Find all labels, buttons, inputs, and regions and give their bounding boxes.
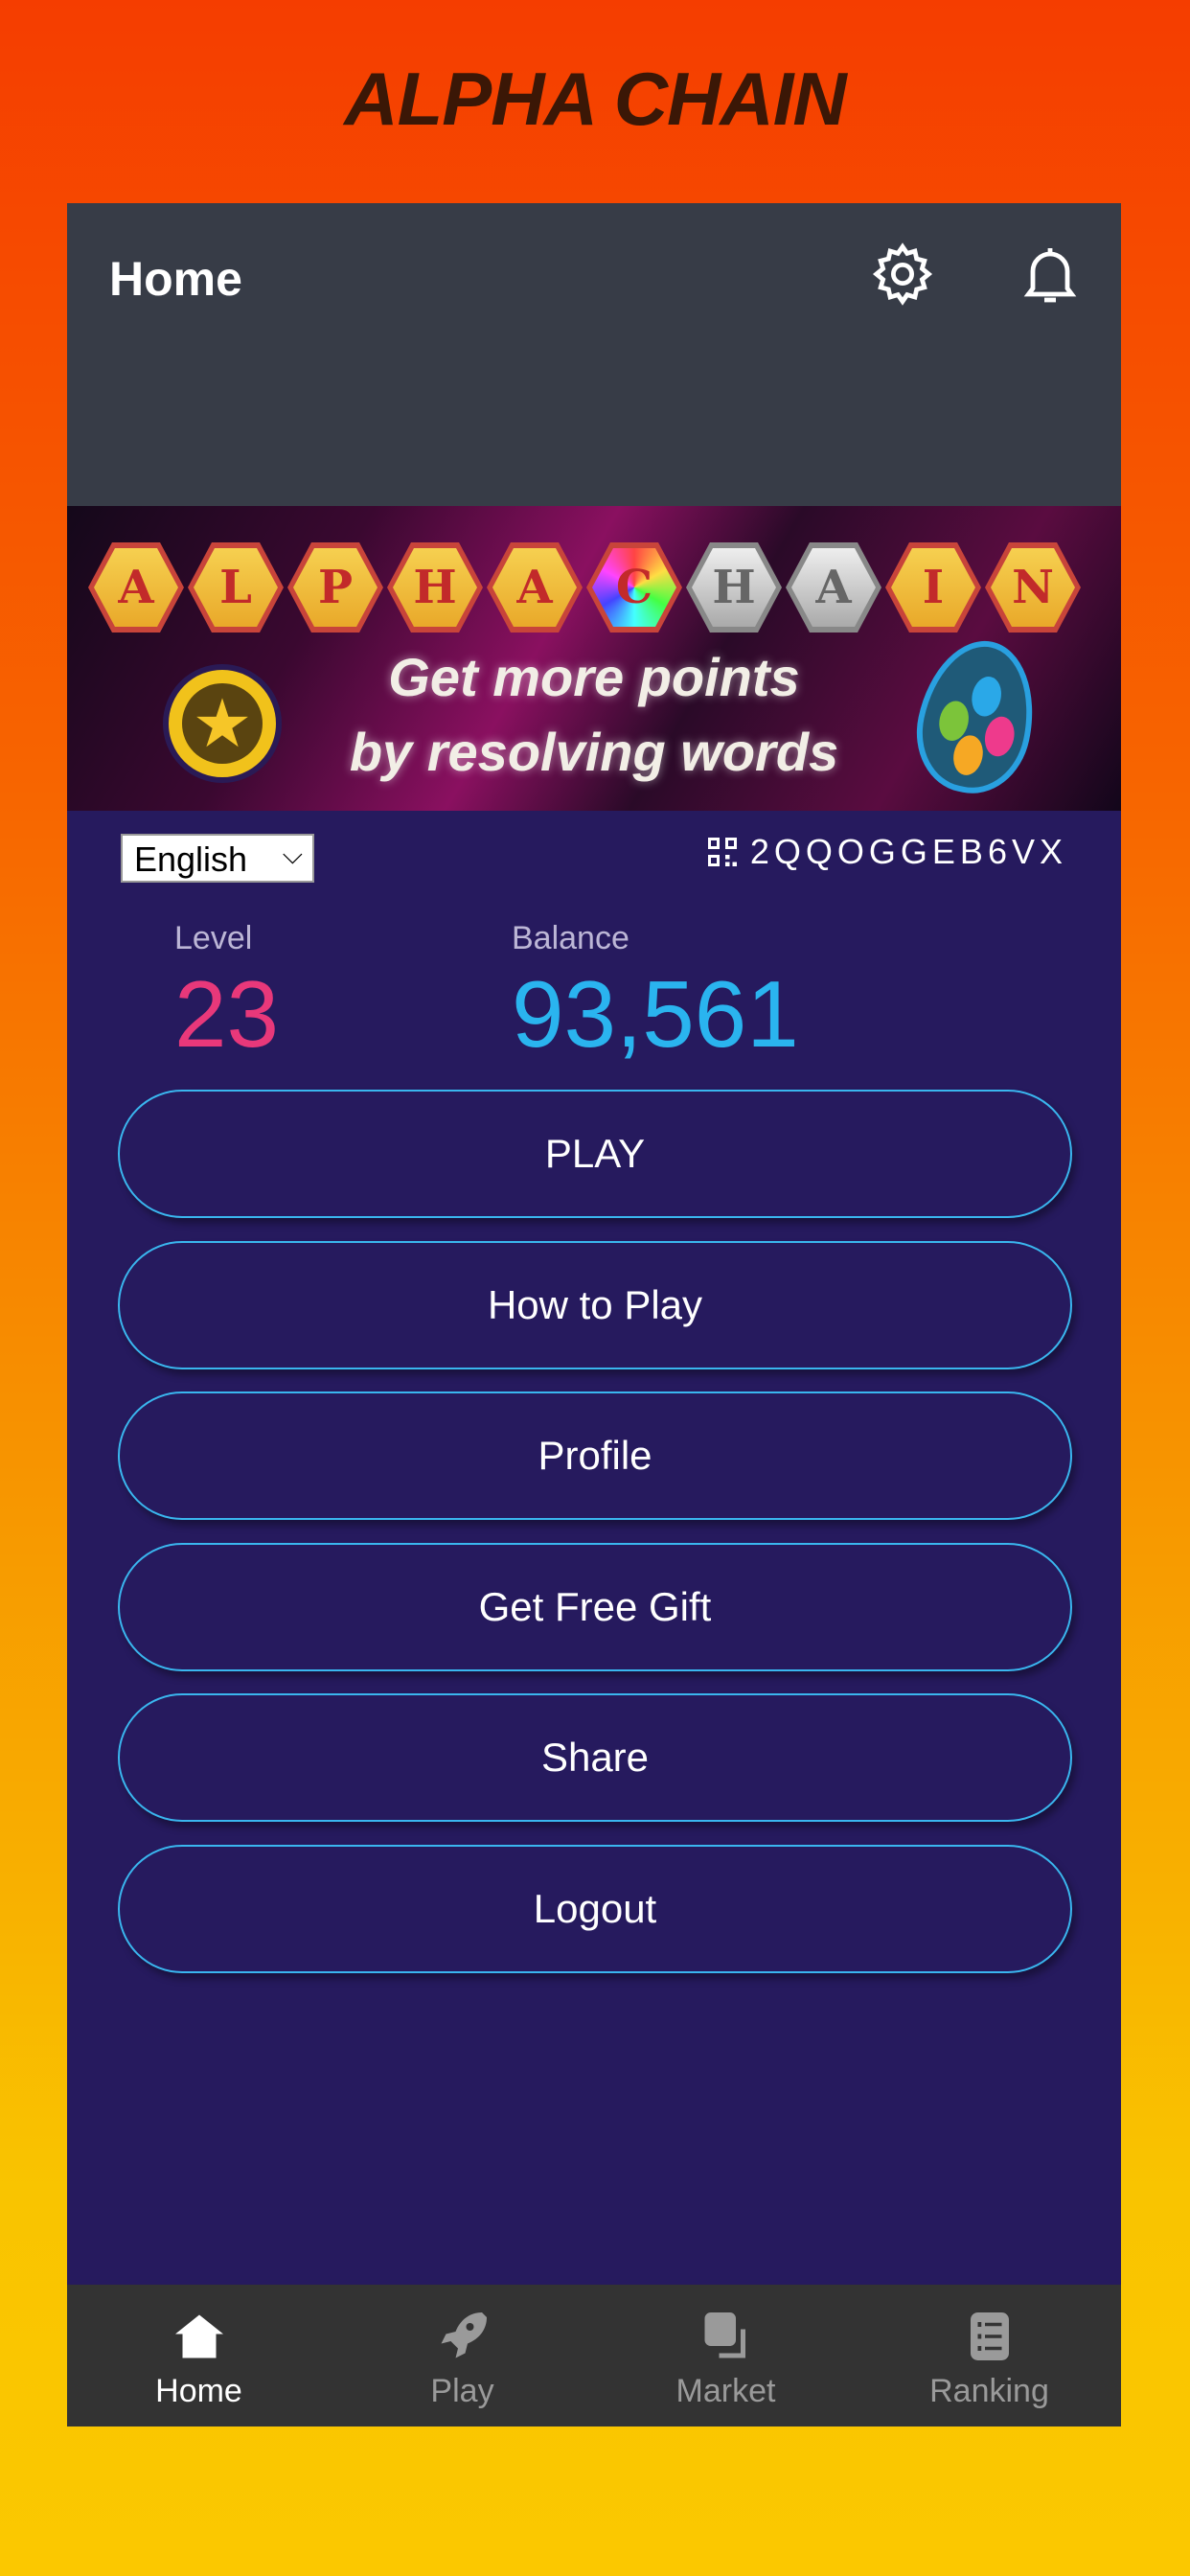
slogan-line: by resolving words — [349, 722, 839, 782]
profile-button[interactable]: Profile — [118, 1392, 1072, 1520]
letter-tile: I — [885, 542, 981, 632]
bottom-nav: Home Play Market Ranking — [67, 2285, 1121, 2426]
star-coin-icon: ★ — [163, 664, 282, 783]
letter-tile: H — [686, 542, 782, 632]
letter: N — [991, 548, 1075, 627]
banner-slogan: Get more points by resolving words — [307, 640, 881, 790]
egg-icon — [904, 630, 1048, 804]
chevron-down-icon: ⌵ — [282, 840, 303, 869]
list-icon — [970, 2312, 1009, 2360]
share-button[interactable]: Share — [118, 1693, 1072, 1822]
language-select[interactable]: English ⌵ — [121, 834, 314, 883]
app-panel: Home ALPHACHAIN ★ Get more points by res… — [67, 203, 1121, 2426]
slogan-line: Get more points — [388, 647, 800, 707]
user-code[interactable]: 2QQOGGEB6VX — [707, 832, 1067, 872]
letter-tile: H — [387, 542, 483, 632]
nav-label: Market — [675, 2373, 776, 2409]
letter: A — [791, 548, 876, 627]
level-label: Level — [174, 920, 253, 956]
play-button[interactable]: PLAY — [118, 1090, 1072, 1218]
language-value: English — [134, 840, 248, 879]
letter: A — [94, 548, 178, 627]
user-code-text: 2QQOGGEB6VX — [749, 832, 1067, 871]
logout-button[interactable]: Logout — [118, 1845, 1072, 1973]
balance-value: 93,561 — [512, 961, 799, 1067]
nav-label: Home — [155, 2373, 242, 2409]
header: Home — [67, 203, 1121, 506]
how-to-play-button[interactable]: How to Play — [118, 1241, 1072, 1369]
nav-label: Play — [430, 2373, 494, 2409]
market-icon — [704, 2312, 745, 2358]
letter-tile: L — [188, 542, 284, 632]
get-free-gift-button[interactable]: Get Free Gift — [118, 1543, 1072, 1671]
banner-letter-row: ALPHACHAIN — [88, 542, 1081, 632]
level-value: 23 — [174, 961, 280, 1067]
letter: H — [393, 548, 477, 627]
rocket-icon — [441, 2312, 487, 2358]
gear-icon[interactable] — [868, 240, 937, 309]
page-title: Home — [109, 252, 242, 306]
letter: L — [194, 548, 278, 627]
letter: A — [492, 548, 577, 627]
promo-banner[interactable]: ALPHACHAIN ★ Get more points by resolvin… — [67, 506, 1121, 811]
nav-label: Ranking — [929, 2373, 1049, 2409]
letter-tile: C — [586, 542, 682, 632]
letter-tile: A — [786, 542, 881, 632]
nav-home[interactable]: Home — [67, 2285, 331, 2426]
letter-tile: A — [88, 542, 184, 632]
letter-tile: N — [985, 542, 1081, 632]
letter: C — [592, 548, 676, 627]
home-icon — [174, 2314, 223, 2358]
letter-tile: A — [487, 542, 583, 632]
balance-label: Balance — [512, 920, 629, 956]
nav-market[interactable]: Market — [594, 2285, 858, 2426]
nav-play[interactable]: Play — [331, 2285, 594, 2426]
nav-ranking[interactable]: Ranking — [858, 2285, 1121, 2426]
letter: P — [293, 548, 378, 627]
letter: H — [692, 548, 776, 627]
letter-tile: P — [287, 542, 383, 632]
qr-code-icon — [707, 838, 737, 866]
letter: I — [891, 548, 975, 627]
bell-icon[interactable] — [1016, 240, 1085, 309]
app-title: ALPHA CHAIN — [344, 57, 846, 141]
